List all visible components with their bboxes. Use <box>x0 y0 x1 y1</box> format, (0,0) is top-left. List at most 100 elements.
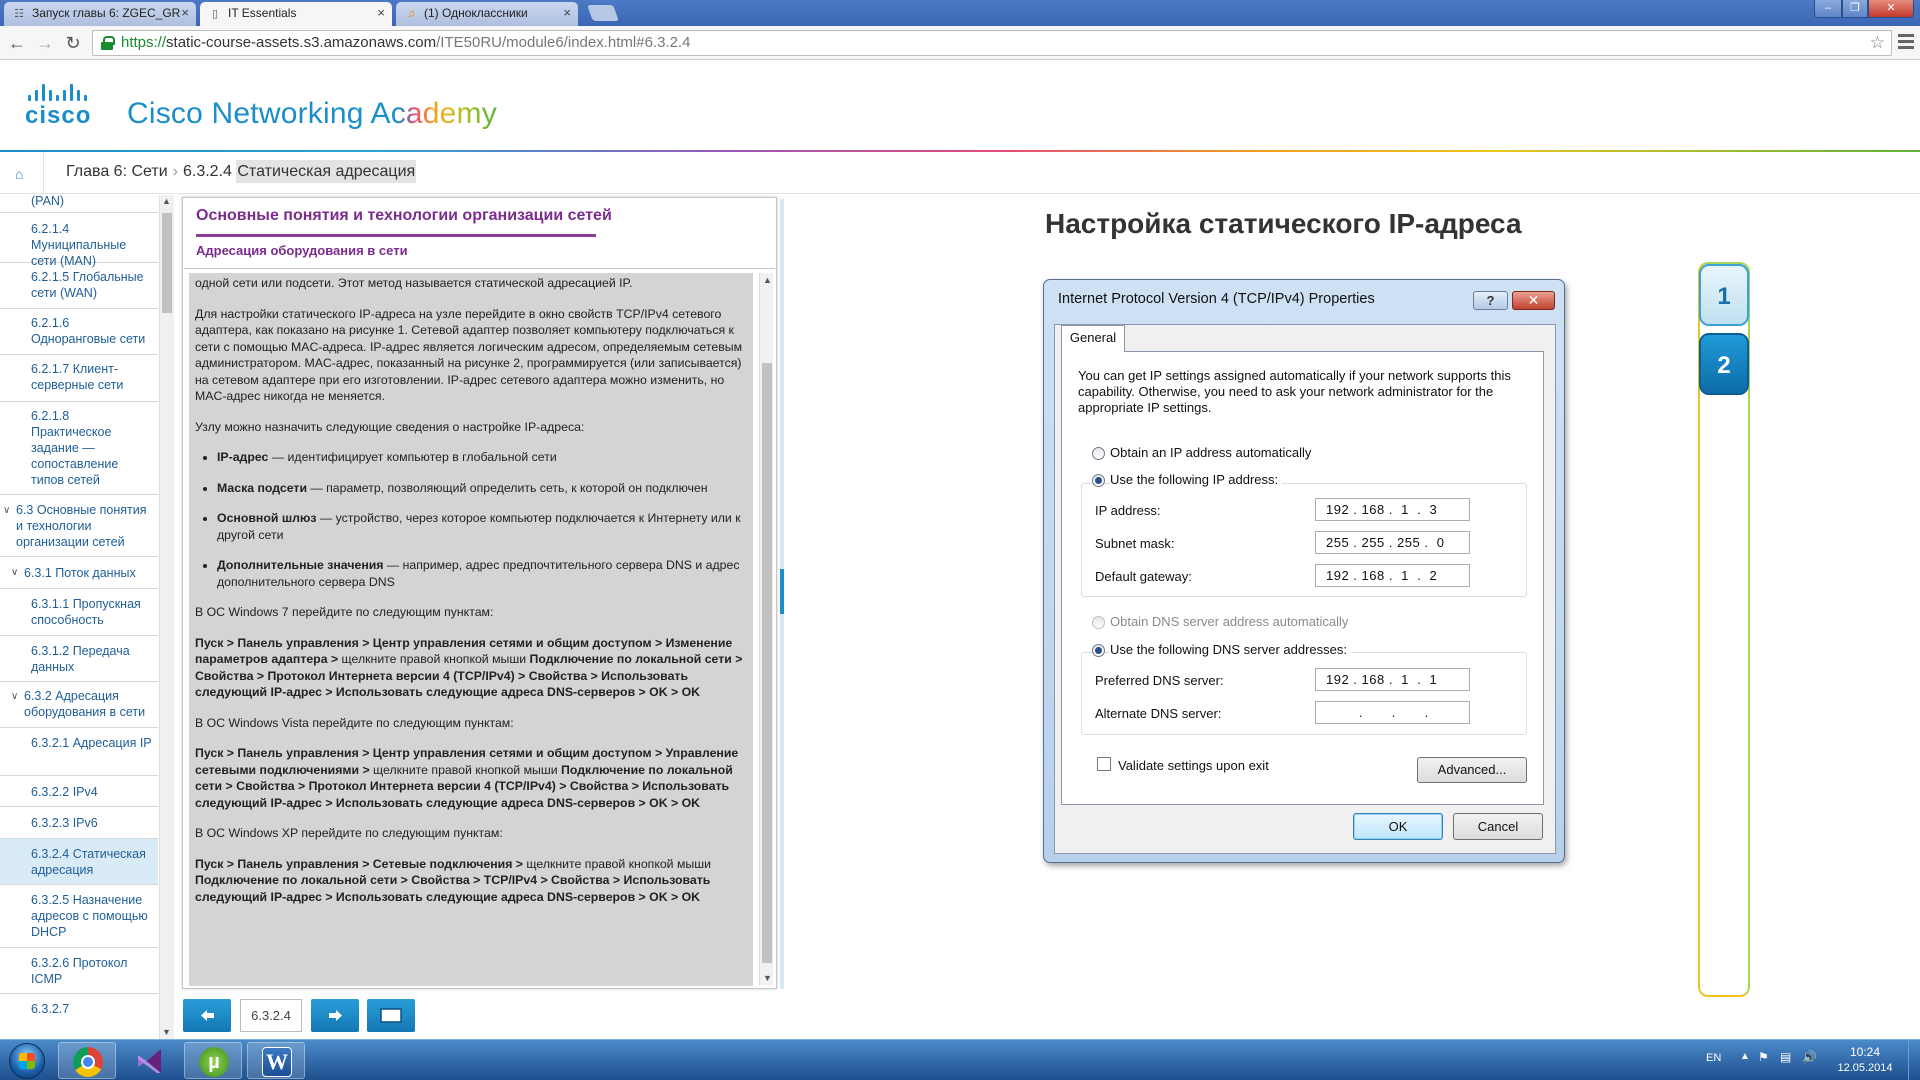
sidebar-scroll-thumb[interactable] <box>162 213 172 313</box>
obtain-ip-auto-radio[interactable] <box>1092 447 1105 460</box>
breadcrumb-chapter[interactable]: Глава 6: Сети <box>66 163 168 180</box>
alternate-dns-field[interactable]: . . . <box>1315 701 1470 724</box>
close-icon[interactable]: × <box>377 2 385 24</box>
sidebar-item[interactable]: 6.3.2.1 Адресация IP <box>0 728 158 776</box>
sidebar-item-current[interactable]: 6.3.2.4 Статическая адресация <box>0 839 158 885</box>
preferred-dns-label: Preferred DNS server: <box>1095 673 1224 688</box>
figure-button-1[interactable]: 1 <box>1699 264 1749 326</box>
cisco-logo[interactable]: cisco <box>25 81 105 141</box>
sidebar-item[interactable]: 6.3.2.7 <box>0 994 158 1039</box>
content-header: Основные понятия и технологии организаци… <box>184 199 775 269</box>
fullscreen-button[interactable] <box>367 999 415 1032</box>
tab-title: IT Essentials <box>228 6 297 20</box>
scroll-down-icon[interactable]: ▼ <box>763 973 772 983</box>
sidebar-item[interactable]: 6.3.2.5 Назначение адресов с помощью DHC… <box>0 885 158 948</box>
scroll-up-icon[interactable]: ▲ <box>763 275 772 285</box>
scroll-up-icon[interactable]: ▲ <box>162 196 171 206</box>
title-underline <box>196 234 596 237</box>
sidebar-item[interactable]: 6.3.2.3 IPv6 <box>0 807 158 839</box>
flag-icon[interactable]: ⚑ <box>1758 1050 1769 1064</box>
help-button[interactable]: ? <box>1473 291 1508 310</box>
home-icon: ⌂ <box>15 166 24 182</box>
vista-path: Пуск > Панель управления > Центр управле… <box>195 746 739 810</box>
sidebar-item-6-3-2[interactable]: ∨ 6.3.2 Адресация оборудования в сети <box>0 682 158 728</box>
sidebar-item-6-3-1[interactable]: ∨ 6.3.1 Поток данных <box>0 557 158 589</box>
sidebar-item[interactable]: 6.2.1.6 Одноранговые сети <box>0 309 158 355</box>
content-panel: Основные понятия и технологии организаци… <box>182 197 777 989</box>
clock-date[interactable]: 12.05.2014 <box>1833 1062 1897 1074</box>
content-scrollbar[interactable]: ▲ ▼ <box>759 273 773 985</box>
obtain-dns-auto-label: Obtain DNS server address automatically <box>1110 614 1349 629</box>
star-icon[interactable]: ☆ <box>1870 31 1885 55</box>
arrow-left-icon <box>201 1010 214 1021</box>
close-window-button[interactable]: ✕ <box>1868 0 1914 18</box>
close-icon[interactable]: × <box>181 2 189 24</box>
sidebar-item[interactable]: 6.2.1.5 Глобальные сети (WAN) <box>0 263 158 309</box>
figure-button-2[interactable]: 2 <box>1699 333 1749 395</box>
taskbar-chrome[interactable] <box>58 1042 116 1079</box>
previous-button[interactable] <box>183 999 231 1032</box>
ip-address-field[interactable]: 192 . 168 . 1 . 3 <box>1315 498 1470 521</box>
default-gateway-field[interactable]: 192 . 168 . 1 . 2 <box>1315 564 1470 587</box>
obtain-dns-auto-radio[interactable] <box>1092 616 1105 629</box>
new-tab-button[interactable] <box>587 5 619 21</box>
clock-time[interactable]: 10:24 <box>1835 1045 1895 1059</box>
browser-toolbar: ← → ↻ https://static-course-assets.s3.am… <box>0 26 1920 60</box>
show-desktop-button[interactable] <box>1908 1040 1920 1080</box>
sidebar-item[interactable]: 6.3.1.1 Пропускная способность <box>0 589 158 636</box>
sidebar-item[interactable]: 6.2.1.4 Муниципальные сети (MAN) <box>0 213 158 268</box>
preferred-dns-field[interactable]: 192 . 168 . 1 . 1 <box>1315 668 1470 691</box>
content-scroll-thumb[interactable] <box>762 363 772 963</box>
close-icon[interactable]: × <box>563 2 571 24</box>
url-host: static-course-assets.s3.amazonaws.com <box>166 34 437 51</box>
divider-handle[interactable] <box>780 569 784 614</box>
taskbar-visual-studio[interactable] <box>121 1042 179 1079</box>
use-static-dns-label: Use the following DNS server addresses: <box>1110 642 1351 657</box>
language-indicator[interactable]: EN <box>1706 1052 1721 1064</box>
back-arrow-icon[interactable]: ← <box>6 32 28 54</box>
tab-odnoklassniki[interactable]: ♫ (1) Одноклассники × <box>396 2 578 26</box>
validate-settings-checkbox[interactable] <box>1097 757 1111 771</box>
forward-arrow-icon[interactable]: → <box>34 32 56 54</box>
figure-title: Настройка статического IP-адреса <box>1045 208 1522 239</box>
home-button[interactable]: ⌂ <box>0 152 44 194</box>
sidebar-item[interactable]: 6.3.2.2 IPv4 <box>0 776 158 807</box>
sidebar-item[interactable]: (PAN) <box>0 195 158 213</box>
ok-button[interactable]: OK <box>1353 813 1443 840</box>
maximize-button[interactable]: ❐ <box>1842 0 1868 18</box>
tab-chapter6[interactable]: ☷ Запуск главы 6: ZGEC_GR × <box>4 2 196 26</box>
sidebar-item-section-6-3[interactable]: ∨ 6.3 Основные понятия и технологии орган… <box>0 495 158 557</box>
network-icon[interactable]: ▤ <box>1780 1050 1791 1064</box>
toc-sidebar: (PAN) 6.2.1.4 Муниципальные сети (MAN) 6… <box>0 195 175 1039</box>
taskbar-word[interactable]: W <box>247 1042 305 1079</box>
page-icon: ▯ <box>211 8 219 20</box>
alternate-dns-label: Alternate DNS server: <box>1095 706 1222 721</box>
sidebar-scrollbar[interactable] <box>159 195 174 1039</box>
arrow-right-icon <box>329 1010 342 1021</box>
address-bar[interactable]: https://static-course-assets.s3.amazonaw… <box>92 30 1892 56</box>
next-button[interactable] <box>311 999 359 1032</box>
tab-general[interactable]: General <box>1061 325 1125 352</box>
scroll-down-icon[interactable]: ▼ <box>162 1027 171 1037</box>
use-static-ip-radio[interactable] <box>1092 474 1105 487</box>
show-hidden-icons[interactable]: ▲ <box>1740 1051 1750 1062</box>
sidebar-item[interactable]: 6.3.1.2 Передача данных <box>0 636 158 682</box>
dialog-close-button[interactable]: ✕ <box>1512 291 1555 310</box>
minimize-button[interactable]: – <box>1814 0 1842 18</box>
cancel-button[interactable]: Cancel <box>1453 813 1543 840</box>
use-static-dns-radio[interactable] <box>1092 644 1105 657</box>
volume-icon[interactable]: 🔊 <box>1802 1050 1817 1064</box>
subnet-mask-field[interactable]: 255 . 255 . 255 . 0 <box>1315 531 1470 554</box>
sidebar-item[interactable]: 6.2.1.7 Клиент-серверные сети <box>0 355 158 402</box>
start-button[interactable] <box>5 1041 51 1080</box>
menu-icon[interactable] <box>1898 34 1914 50</box>
sidebar-item[interactable]: 6.2.1.8 Практическое задание — сопоставл… <box>0 402 158 495</box>
advanced-button[interactable]: Advanced... <box>1417 757 1527 783</box>
taskbar-utorrent[interactable]: µ <box>184 1042 242 1079</box>
reload-icon[interactable]: ↻ <box>62 32 84 54</box>
chrome-icon <box>73 1047 103 1077</box>
breadcrumb: ⌂ Глава 6: Сети › 6.3.2.4 Статическая адре… <box>0 152 1920 194</box>
panel-divider[interactable] <box>780 199 784 989</box>
sidebar-item[interactable]: 6.3.2.6 Протокол ICMP <box>0 948 158 994</box>
tab-it-essentials[interactable]: ▯ IT Essentials × <box>200 2 392 26</box>
